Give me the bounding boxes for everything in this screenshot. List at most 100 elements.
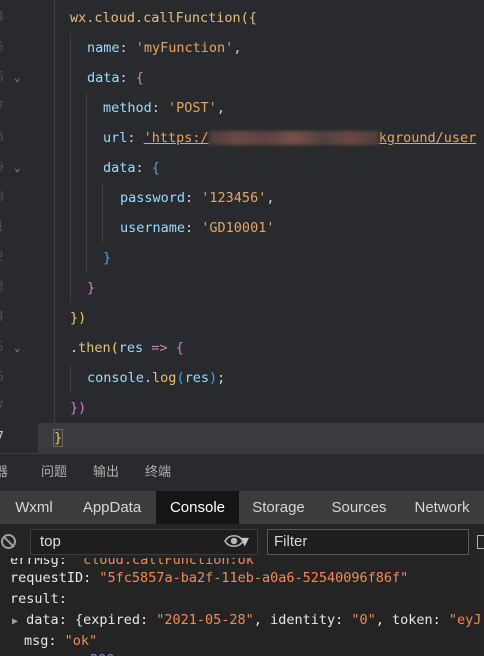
- code-line: console.log(res);: [87, 370, 226, 386]
- line-number: 5: [0, 333, 8, 363]
- console-string: "0": [351, 612, 376, 628]
- code-string: '123456': [201, 190, 267, 206]
- indent-guide: [86, 93, 87, 273]
- code-line: }: [103, 250, 112, 266]
- console-line: msg: "ok": [24, 633, 98, 649]
- line-number: 5: [0, 33, 8, 63]
- panel-tab-problems[interactable]: 问题: [41, 454, 67, 492]
- tab-sources[interactable]: Sources: [318, 491, 400, 524]
- console-key: identity: [270, 612, 336, 628]
- settings-icon[interactable]: [477, 535, 484, 549]
- filter-field[interactable]: [267, 529, 469, 555]
- console-string: "cloud.callFunction:ok": [75, 558, 262, 568]
- code-line: data: {: [87, 70, 144, 86]
- code-editor[interactable]: 4 5 6 7 8 9 0 1 2 3 4 5 6 7 7 ⌄ ⌄ ⌄ wx.c…: [0, 0, 484, 453]
- console-key: token: [392, 612, 433, 628]
- code-string: 'POST': [168, 100, 217, 116]
- indent-guide: [54, 0, 55, 423]
- code-line: }: [52, 429, 64, 447]
- code-line: password: '123456',: [120, 190, 275, 206]
- current-line-number: 7: [0, 423, 8, 453]
- indent-guide: [70, 33, 71, 303]
- fold-chevron-icon[interactable]: ⌄: [14, 63, 28, 93]
- tab-appdata[interactable]: AppData: [68, 491, 156, 524]
- line-number-gutter: 4 5 6 7 8 9 0 1 2 3 4 5 6 7 7 ⌄ ⌄ ⌄: [0, 0, 38, 453]
- url-string-start[interactable]: 'https:/: [144, 130, 209, 146]
- current-line-highlight: [38, 423, 484, 453]
- code-token: method: [103, 100, 152, 116]
- filter-input[interactable]: [268, 530, 464, 552]
- console-output: errMsg: "cloud.callFunction:ok" requestI…: [0, 558, 484, 656]
- code-line: }): [70, 400, 87, 416]
- panel-tab-debugger[interactable]: 器: [0, 454, 8, 492]
- panel-tab-bar: 器 问题 输出 终端: [0, 453, 484, 492]
- call-function-statement: wx.cloud.callFunction({: [70, 10, 257, 26]
- code-line: }: [87, 280, 96, 296]
- line-number: 2: [0, 243, 8, 273]
- code-token: log: [152, 370, 177, 386]
- code-line: wx.cloud.callFunction({: [70, 3, 257, 33]
- tab-console[interactable]: Console: [156, 491, 239, 524]
- line-number: 6: [0, 363, 8, 393]
- line-number: 4: [0, 303, 8, 333]
- indent-guide: [70, 363, 71, 393]
- code-token: data: [87, 70, 120, 86]
- line-number: 8: [0, 123, 8, 153]
- code-token: username: [120, 220, 186, 236]
- code-line: }): [70, 310, 87, 326]
- url-string-end[interactable]: kground/user: [379, 130, 477, 146]
- clear-console-icon[interactable]: [1, 534, 16, 549]
- code-line: data: {: [103, 160, 160, 176]
- console-key: requestID: [10, 570, 84, 586]
- line-number: 1: [0, 213, 8, 243]
- panel-tab-terminal[interactable]: 终端: [145, 454, 171, 492]
- console-line: requestID: "5fc5857a-ba2f-11eb-a0a6-5254…: [10, 570, 409, 586]
- console-string: "eyJ: [448, 612, 482, 628]
- panel-tab-output[interactable]: 输出: [93, 454, 119, 492]
- fold-chevron-icon[interactable]: ⌄: [14, 333, 28, 363]
- console-key: data: [26, 612, 59, 628]
- console-number: 200: [90, 652, 114, 656]
- devtools-tab-bar: Wxml AppData Console Storage Sources Net…: [0, 491, 484, 524]
- eye-icon[interactable]: [224, 533, 244, 549]
- console-line-partial: 200: [90, 650, 114, 656]
- code-line: .then(res => {: [70, 340, 184, 356]
- code-line: username: 'GD10001': [120, 220, 275, 236]
- tab-storage[interactable]: Storage: [239, 491, 318, 524]
- line-number: 9: [0, 153, 8, 183]
- tab-wxml[interactable]: Wxml: [0, 491, 68, 524]
- code-token: res: [118, 340, 144, 356]
- code-line: method: 'POST',: [103, 100, 225, 116]
- code-token: name: [87, 40, 120, 56]
- console-toolbar: top ▼: [0, 524, 484, 559]
- code-line: name: 'myFunction',: [87, 40, 242, 56]
- code-line: url: 'https:/kground/user: [103, 130, 477, 146]
- code-token: then: [78, 340, 111, 356]
- console-key: result: [10, 591, 59, 607]
- context-selector-value: top: [40, 533, 61, 550]
- line-number: 4: [0, 3, 8, 33]
- line-number: 3: [0, 273, 8, 303]
- console-string: "5fc5857a-ba2f-11eb-a0a6-52540096f86f": [99, 570, 409, 586]
- line-number: 7: [0, 93, 8, 123]
- code-token: res: [184, 370, 209, 386]
- console-key: expired: [83, 612, 140, 628]
- console-line: result:: [10, 591, 67, 607]
- fold-chevron-icon[interactable]: ⌄: [14, 153, 28, 183]
- redacted-url-blur: [208, 131, 379, 145]
- indent-guide: [102, 183, 103, 243]
- console-line[interactable]: ▶ data: {expired: "2021-05-28", identity…: [12, 610, 481, 630]
- line-number: 0: [0, 183, 8, 213]
- line-number: 6: [0, 63, 8, 93]
- console-string: "ok": [64, 633, 98, 649]
- line-number: 7: [0, 393, 8, 423]
- console-string: "2021-05-28": [156, 612, 254, 628]
- console-key: msg: [24, 633, 49, 649]
- code-string: 'myFunction': [135, 40, 234, 56]
- code-string: 'GD10001': [201, 220, 275, 236]
- code-token: data: [103, 160, 136, 176]
- code-token: url: [103, 130, 128, 146]
- code-token: password: [120, 190, 186, 206]
- tab-network[interactable]: Network: [400, 491, 484, 524]
- code-token: console: [87, 370, 144, 386]
